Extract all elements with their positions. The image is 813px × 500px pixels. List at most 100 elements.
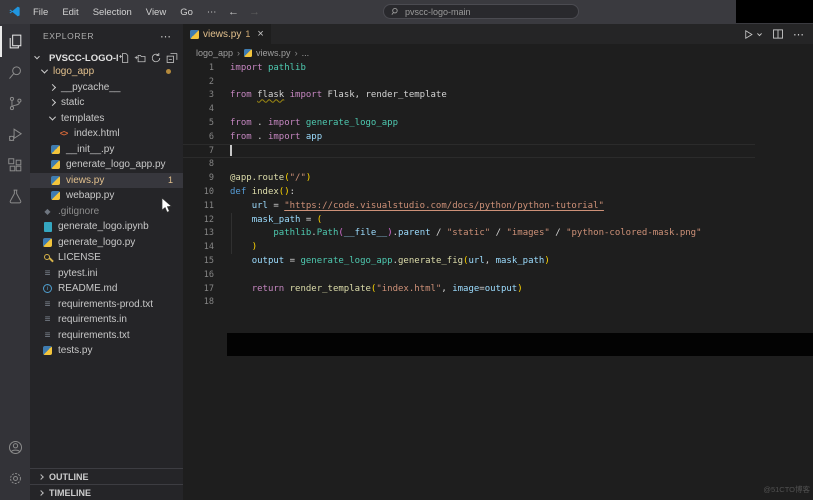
black-corner-region bbox=[736, 0, 813, 23]
tree-item-README.md[interactable]: i README.md bbox=[30, 281, 183, 297]
code-line-4[interactable]: 4 bbox=[183, 102, 755, 116]
code-text: return render_template("index.html", ima… bbox=[251, 283, 523, 294]
explorer-icon[interactable] bbox=[0, 26, 30, 57]
line-number[interactable]: 15 bbox=[183, 256, 214, 266]
line-number[interactable]: 14 bbox=[183, 242, 214, 252]
navigate-forward-icon[interactable]: → bbox=[249, 6, 260, 18]
new-file-icon[interactable] bbox=[118, 52, 130, 64]
extensions-icon[interactable] bbox=[0, 150, 30, 181]
line-number[interactable]: 6 bbox=[183, 132, 214, 142]
menu-go[interactable]: Go bbox=[173, 7, 200, 18]
tree-item-label: static bbox=[61, 97, 85, 109]
line-number[interactable]: 11 bbox=[183, 201, 214, 211]
tree-item-logo_app[interactable]: logo_app bbox=[30, 64, 183, 80]
panel-timeline[interactable]: TIMELINE bbox=[30, 484, 183, 500]
code-line-1[interactable]: 1 import pathlib bbox=[183, 61, 755, 75]
tree-item-label: index.html bbox=[74, 128, 120, 140]
tree-item-pytest.ini[interactable]: ≡ pytest.ini bbox=[30, 266, 183, 282]
line-number[interactable]: 4 bbox=[183, 104, 214, 114]
line-number[interactable]: 8 bbox=[183, 159, 214, 169]
tree-item-LICENSE[interactable]: LICENSE bbox=[30, 250, 183, 266]
source-control-icon[interactable] bbox=[0, 88, 30, 119]
run-button[interactable] bbox=[743, 29, 763, 40]
line-number[interactable]: 13 bbox=[183, 228, 214, 238]
line-number[interactable]: 2 bbox=[183, 77, 214, 87]
python-file-icon bbox=[42, 345, 53, 356]
testing-icon[interactable] bbox=[0, 181, 30, 212]
code-line-10[interactable]: 10 def index(): bbox=[183, 185, 755, 199]
line-number[interactable]: 5 bbox=[183, 118, 214, 128]
command-center-search[interactable]: pvscc-logo-main bbox=[383, 4, 579, 19]
more-actions-button[interactable]: ⋯ bbox=[793, 25, 805, 43]
line-number[interactable]: 9 bbox=[183, 173, 214, 183]
gitignore-file-icon: ◆ bbox=[44, 206, 51, 216]
menu-view[interactable]: View bbox=[139, 7, 173, 18]
line-number[interactable]: 17 bbox=[183, 284, 214, 294]
breadcrumb: logo_app › views.py ›... bbox=[183, 44, 309, 61]
tree-item-generate_logo.ipynb[interactable]: generate_logo.ipynb bbox=[30, 219, 183, 235]
run-debug-icon[interactable] bbox=[0, 119, 30, 150]
readme-info-icon: i bbox=[42, 283, 53, 294]
code-line-12[interactable]: 12 mask_path = ( bbox=[183, 213, 755, 227]
tree-item-requirements-prod.txt[interactable]: ≡ requirements-prod.txt bbox=[30, 297, 183, 313]
code-line-14[interactable]: 14 ) bbox=[183, 240, 755, 254]
code-line-13[interactable]: 13 pathlib.Path(__file__).parent / "stat… bbox=[183, 227, 755, 241]
code-line-2[interactable]: 2 bbox=[183, 75, 755, 89]
chevron-down-icon bbox=[48, 113, 57, 121]
line-number[interactable]: 12 bbox=[183, 215, 214, 225]
line-number[interactable]: 10 bbox=[183, 187, 214, 197]
code-line-7[interactable]: 7 bbox=[183, 144, 755, 158]
code-line-18[interactable]: 18 bbox=[183, 296, 755, 310]
line-number[interactable]: 7 bbox=[183, 146, 214, 156]
line-number[interactable]: 18 bbox=[183, 297, 214, 307]
breadcrumb-item[interactable]: ... bbox=[302, 48, 310, 58]
tree-item-requirements.txt[interactable]: ≡ requirements.txt bbox=[30, 328, 183, 344]
code-line-11[interactable]: 11 url = "https://code.visualstudio.com/… bbox=[183, 199, 755, 213]
tree-item-__init__.py[interactable]: __init__.py bbox=[30, 142, 183, 158]
tree-item-generate_logo_app.py[interactable]: generate_logo_app.py bbox=[30, 157, 183, 173]
new-folder-icon[interactable] bbox=[134, 52, 146, 64]
settings-icon[interactable] bbox=[0, 463, 30, 494]
menu-edit[interactable]: Edit bbox=[55, 7, 85, 18]
tab-views-py[interactable]: views.py 1 × bbox=[183, 24, 271, 44]
line-number[interactable]: 16 bbox=[183, 270, 214, 280]
split-editor-button[interactable] bbox=[772, 28, 784, 40]
menu-[interactable]: ⋯ bbox=[200, 7, 224, 18]
code-line-8[interactable]: 8 bbox=[183, 158, 755, 172]
menu-selection[interactable]: Selection bbox=[86, 7, 139, 18]
navigate-back-icon[interactable]: ← bbox=[228, 6, 239, 18]
account-icon[interactable] bbox=[0, 432, 30, 463]
code-line-16[interactable]: 16 bbox=[183, 268, 755, 282]
tree-item-static[interactable]: static bbox=[30, 95, 183, 111]
modified-count-badge: 1 bbox=[167, 175, 173, 186]
code-line-17[interactable]: 17 return render_template("index.html", … bbox=[183, 282, 755, 296]
code-line-3[interactable]: 3 from flask import Flask, render_templat… bbox=[183, 89, 755, 103]
code-text: mask_path = ( bbox=[251, 214, 323, 225]
code-line-15[interactable]: 15 output = generate_logo_app.generate_f… bbox=[183, 254, 755, 268]
code-line-5[interactable]: 5 from . import generate_logo_app bbox=[183, 116, 755, 130]
panel-outline[interactable]: OUTLINE bbox=[30, 468, 183, 484]
explorer-sidebar: EXPLORER ⋯ PVSCC-LOGO-M... logo_app __pyc… bbox=[30, 24, 183, 500]
tree-item-__pycache__[interactable]: __pycache__ bbox=[30, 80, 183, 96]
refresh-icon[interactable] bbox=[150, 52, 162, 64]
explorer-more-actions-icon[interactable]: ⋯ bbox=[160, 30, 171, 43]
tree-item-requirements.in[interactable]: ≡ requirements.in bbox=[30, 312, 183, 328]
tree-item-generate_logo.py[interactable]: generate_logo.py bbox=[30, 235, 183, 251]
menu-file[interactable]: File bbox=[26, 7, 55, 18]
tree-item-templates[interactable]: templates bbox=[30, 111, 183, 127]
tree-item-label: tests.py bbox=[58, 345, 93, 357]
code-line-9[interactable]: 9 @app.route("/") bbox=[183, 171, 755, 185]
tree-item-index.html[interactable]: <> index.html bbox=[30, 126, 183, 142]
python-file-icon bbox=[244, 48, 253, 57]
search-icon[interactable] bbox=[0, 57, 30, 88]
code-line-6[interactable]: 6 from . import app bbox=[183, 130, 755, 144]
breadcrumb-item[interactable]: views.py bbox=[256, 48, 291, 58]
line-number[interactable]: 1 bbox=[183, 63, 214, 73]
line-number[interactable]: 3 bbox=[183, 90, 214, 100]
tab-bar: views.py 1 × ⋯ bbox=[183, 24, 813, 44]
collapse-all-icon[interactable] bbox=[166, 52, 178, 64]
tree-item-tests.py[interactable]: tests.py bbox=[30, 343, 183, 359]
breadcrumb-item[interactable]: logo_app bbox=[196, 48, 233, 58]
tab-close-icon[interactable]: × bbox=[257, 29, 263, 40]
tree-item-views.py[interactable]: views.py 1 bbox=[30, 172, 183, 188]
